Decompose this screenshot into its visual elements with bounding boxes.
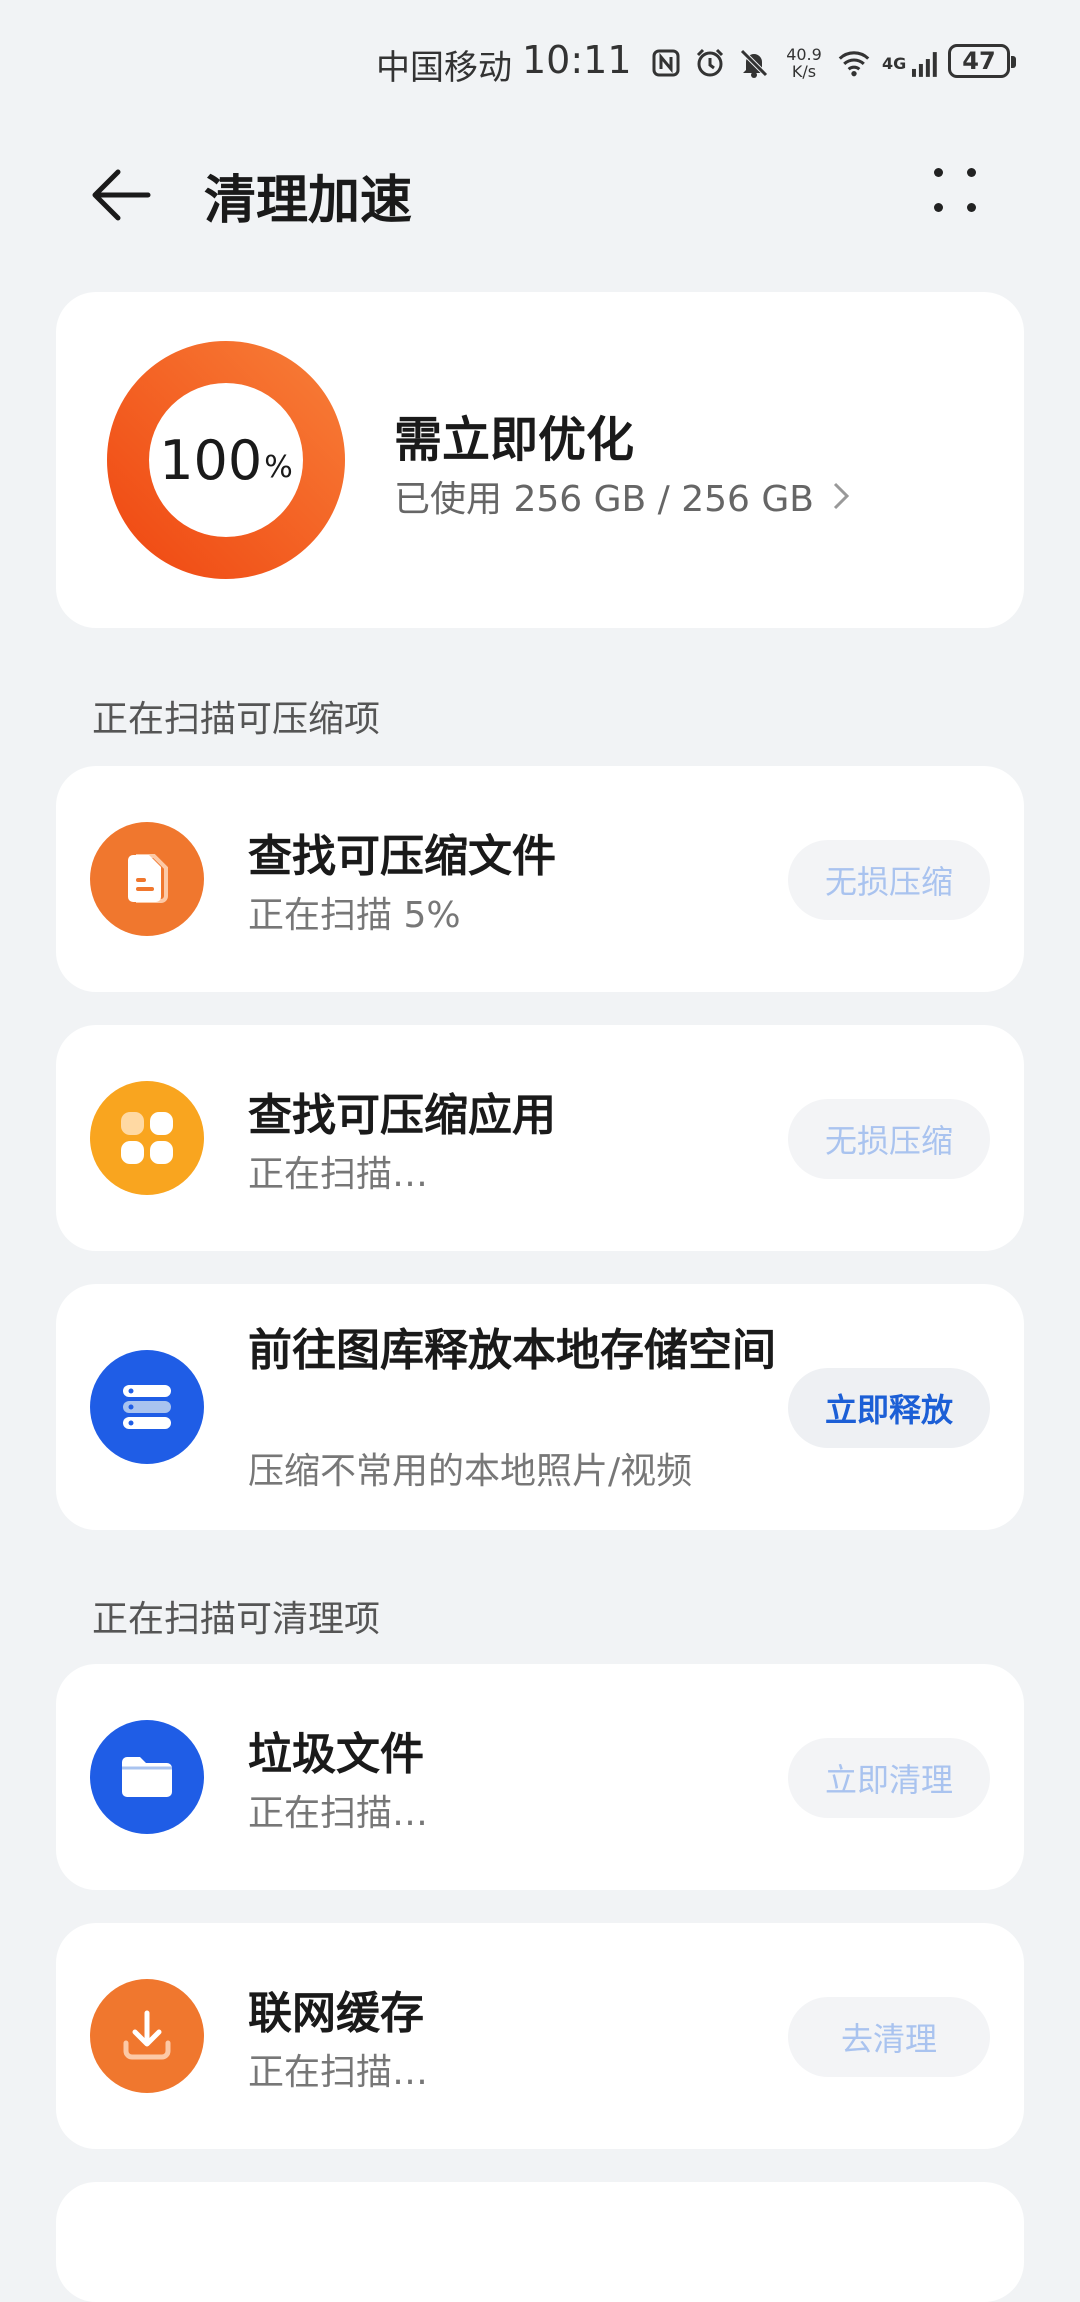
- carrier-label: 中国移动: [376, 48, 512, 88]
- network-speed-unit: K/s: [791, 62, 817, 81]
- list-item[interactable]: [56, 2182, 1024, 2302]
- battery-level: 47: [962, 47, 996, 75]
- alarm-icon: [694, 47, 726, 79]
- clock: 10:11: [522, 38, 632, 82]
- document-icon: [128, 854, 168, 903]
- mute-bell-icon: [738, 47, 770, 79]
- storage-usage-link[interactable]: 已使用 256 GB / 256 GB: [394, 470, 850, 522]
- section-title-clean: 正在扫描可清理项: [92, 1599, 381, 1640]
- back-button[interactable]: [86, 160, 156, 230]
- list-item[interactable]: 查找可压缩文件 正在扫描 5% 无损压缩: [56, 766, 1024, 992]
- list-item[interactable]: 垃圾文件 正在扫描… 立即清理: [56, 1664, 1024, 1890]
- item-subtitle: 正在扫描…: [248, 1793, 429, 1834]
- nfc-icon: [650, 47, 682, 79]
- network-type: 4G: [882, 53, 907, 73]
- list-item[interactable]: 查找可压缩应用 正在扫描… 无损压缩: [56, 1025, 1024, 1251]
- item-subtitle: 压缩不常用的本地照片/视频: [248, 1451, 693, 1492]
- item-title: 查找可压缩应用: [248, 1090, 556, 1141]
- more-dot-icon: [934, 203, 943, 212]
- wifi-icon: [838, 47, 870, 79]
- download-icon: [123, 2010, 171, 2060]
- item-title: 查找可压缩文件: [248, 831, 556, 882]
- item-icon-bg: [90, 1350, 204, 1464]
- list-item[interactable]: 前往图库释放本地存储空间 压缩不常用的本地照片/视频 立即释放: [56, 1284, 1024, 1530]
- storage-percent-unit: %: [264, 449, 293, 485]
- clean-now-button[interactable]: 立即清理: [788, 1738, 990, 1818]
- chevron-right-icon: [833, 482, 850, 510]
- network-speed: 40.9 K/s: [782, 46, 826, 80]
- more-dot-icon: [934, 168, 943, 177]
- folder-icon: [122, 1757, 172, 1797]
- storage-percent: 100%: [106, 340, 346, 580]
- cellular-signal-icon: 4G: [882, 47, 942, 79]
- lossless-compress-apps-button[interactable]: 无损压缩: [788, 1099, 990, 1179]
- item-subtitle: 正在扫描 5%: [248, 895, 461, 936]
- release-storage-button[interactable]: 立即释放: [788, 1368, 990, 1448]
- item-title: 联网缓存: [248, 1988, 424, 2039]
- item-title: 前往图库释放本地存储空间: [248, 1325, 776, 1376]
- storage-stack-icon: [123, 1385, 171, 1429]
- item-subtitle: 正在扫描…: [248, 2052, 429, 2093]
- go-clean-button[interactable]: 去清理: [788, 1997, 990, 2077]
- item-icon-bg: [90, 822, 204, 936]
- status-icons: 40.9 K/s 4G: [650, 40, 942, 86]
- battery-indicator: 47: [948, 44, 1016, 78]
- item-icon-bg: [90, 1081, 204, 1195]
- lossless-compress-files-button[interactable]: 无损压缩: [788, 840, 990, 920]
- more-dot-icon: [967, 168, 976, 177]
- back-arrow-icon: [92, 169, 151, 221]
- more-dot-icon: [967, 203, 976, 212]
- storage-summary-card[interactable]: 100% 需立即优化 已使用 256 GB / 256 GB: [56, 292, 1024, 628]
- section-title-compress: 正在扫描可压缩项: [92, 699, 381, 740]
- list-item[interactable]: 联网缓存 正在扫描… 去清理: [56, 1923, 1024, 2149]
- item-icon-bg: [90, 1720, 204, 1834]
- item-icon-bg: [90, 1979, 204, 2093]
- network-speed-value: 40.9: [786, 45, 822, 64]
- item-title: 垃圾文件: [248, 1729, 424, 1780]
- storage-percent-value: 100: [159, 428, 263, 492]
- item-subtitle: 正在扫描…: [248, 1154, 429, 1195]
- page-title: 清理加速: [204, 171, 413, 231]
- status-bar: 中国移动 10:11 40.9 K/s 4G 47: [0, 0, 1080, 120]
- more-options-button[interactable]: [924, 160, 988, 224]
- storage-status: 需立即优化: [394, 412, 635, 468]
- apps-grid-icon: [121, 1112, 173, 1164]
- storage-usage-text: 已使用 256 GB / 256 GB: [394, 479, 814, 520]
